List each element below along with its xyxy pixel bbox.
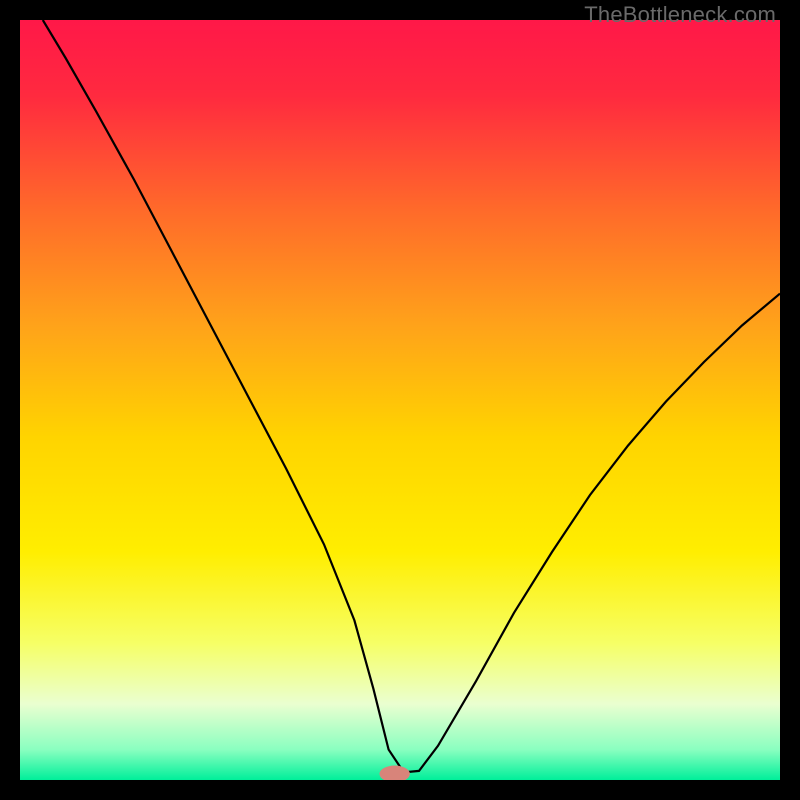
watermark-text: TheBottleneck.com [584,2,776,28]
bottleneck-chart [20,20,780,780]
chart-frame [20,20,780,780]
